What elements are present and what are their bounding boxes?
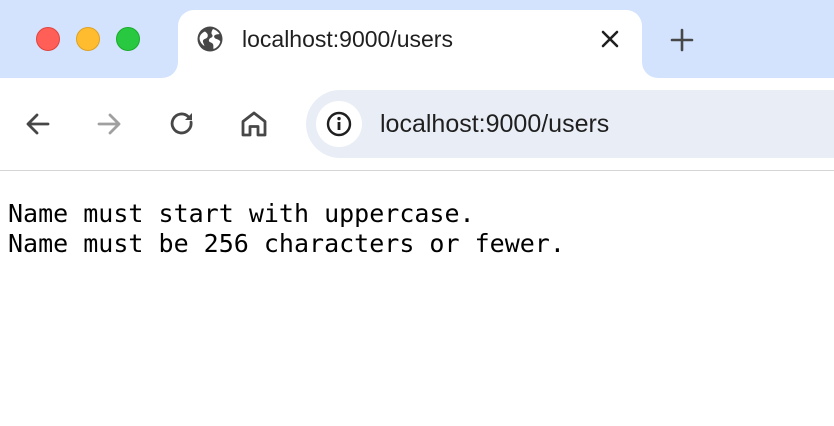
url-text: localhost:9000/users	[380, 110, 610, 138]
error-line: Name must be 256 characters or fewer.	[8, 229, 565, 258]
browser-window: localhost:9000/users localhost:9000/user…	[0, 0, 834, 426]
site-info-button[interactable]	[316, 101, 362, 147]
tab-title: localhost:9000/users	[242, 26, 453, 52]
plus-icon[interactable]	[668, 26, 696, 54]
error-line: Name must start with uppercase.	[8, 199, 475, 228]
browser-toolbar: localhost:9000/users	[0, 78, 834, 171]
close-icon[interactable]	[598, 27, 622, 51]
window-minimize-button[interactable]	[76, 27, 100, 51]
tab-strip: localhost:9000/users	[0, 0, 834, 78]
page-text: Name must start with uppercase. Name mus…	[8, 199, 826, 259]
tab-active[interactable]: localhost:9000/users	[178, 10, 642, 78]
reload-icon[interactable]	[166, 108, 198, 140]
page-content: Name must start with uppercase. Name mus…	[8, 199, 826, 259]
globe-icon	[196, 25, 224, 53]
window-zoom-button[interactable]	[116, 27, 140, 51]
arrow-left-icon[interactable]	[22, 108, 54, 140]
home-icon[interactable]	[238, 108, 270, 140]
address-bar[interactable]: localhost:9000/users	[306, 90, 834, 158]
arrow-right-icon[interactable]	[93, 108, 125, 140]
window-close-button[interactable]	[36, 27, 60, 51]
